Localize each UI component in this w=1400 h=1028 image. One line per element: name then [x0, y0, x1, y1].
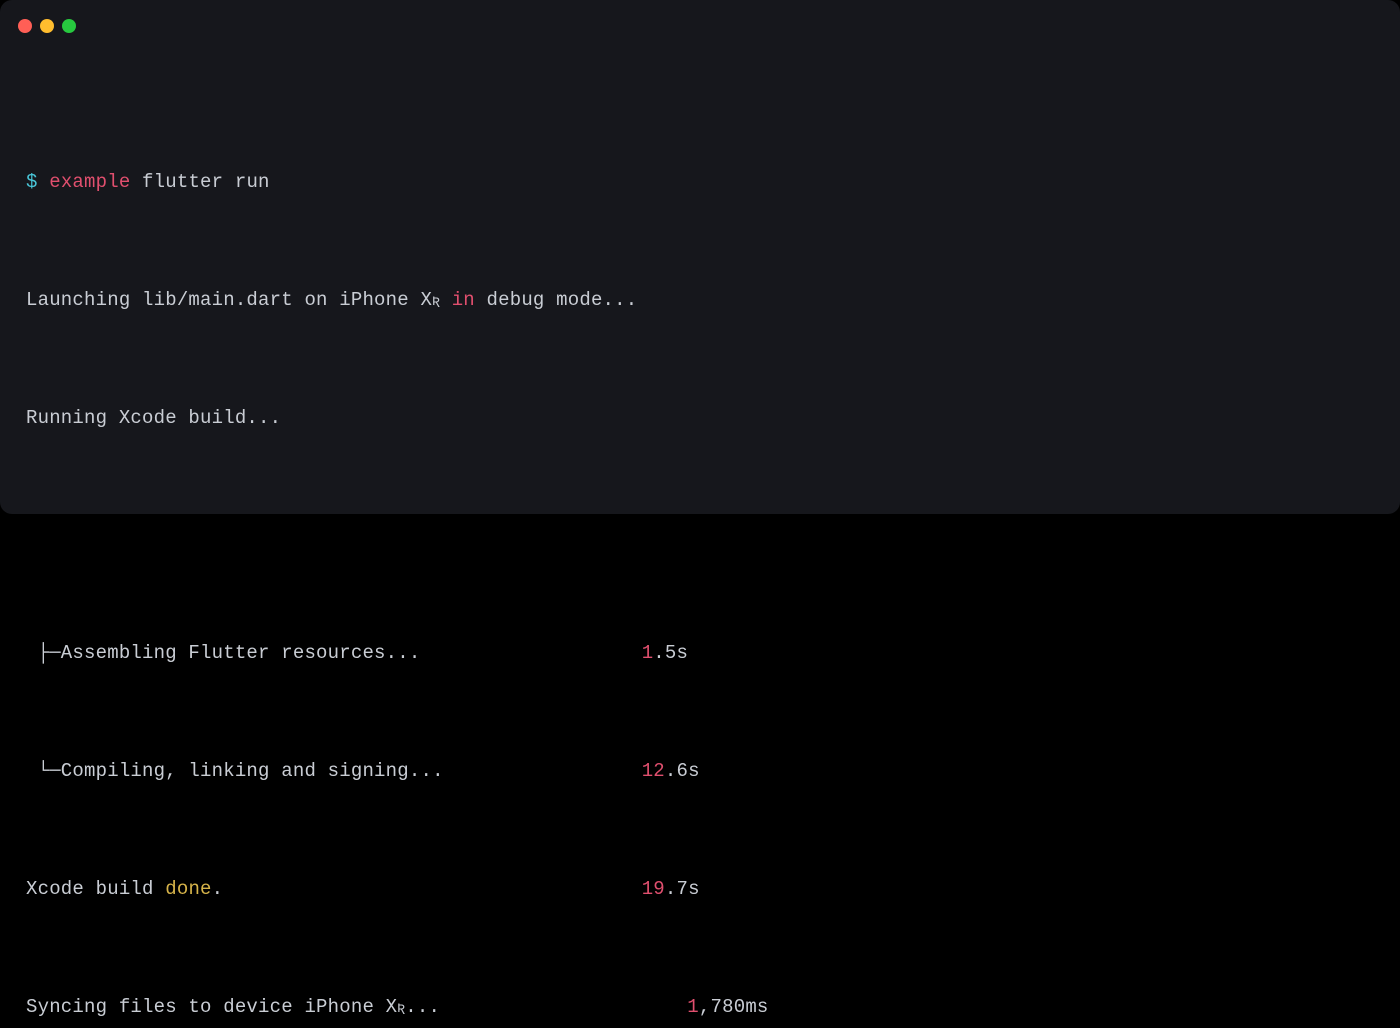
prompt-symbol: $: [26, 171, 49, 193]
timing: 1.5s: [642, 639, 688, 668]
minimize-icon[interactable]: [40, 19, 54, 33]
terminal-window: $ example flutter run Launching lib/main…: [0, 0, 1400, 514]
text: done: [165, 878, 211, 900]
text: ...: [405, 996, 440, 1018]
text: Launching lib/main.dart on iPhone X: [26, 289, 432, 311]
text: debug mode...: [475, 289, 637, 311]
timing: 1,780ms: [687, 993, 768, 1022]
terminal-output[interactable]: $ example flutter run Launching lib/main…: [0, 38, 1400, 1028]
blank-line: [26, 522, 1374, 551]
text: in: [452, 289, 475, 311]
text: .7s: [665, 878, 700, 900]
close-icon[interactable]: [18, 19, 32, 33]
text: [440, 289, 452, 311]
text: Syncing files to device iPhone Xʀ...: [26, 993, 687, 1022]
xcode-done-line: Xcode build done.19.7s: [26, 875, 1374, 904]
text: └─Compiling, linking and signing...: [26, 757, 642, 786]
text: .: [212, 878, 224, 900]
text: 12: [642, 760, 665, 782]
launch-line: Launching lib/main.dart on iPhone Xʀ in …: [26, 286, 1374, 315]
text: 19: [642, 878, 665, 900]
text: Running Xcode build...: [26, 407, 281, 429]
maximize-icon[interactable]: [62, 19, 76, 33]
window-titlebar: [0, 0, 1400, 38]
text: .5s: [653, 642, 688, 664]
step-compiling: └─Compiling, linking and signing...12.6s: [26, 757, 1374, 786]
timing: 12.6s: [642, 757, 700, 786]
text: Xcode build done.: [26, 875, 642, 904]
prompt-cmd: flutter run: [130, 171, 269, 193]
text: ʀ: [397, 996, 405, 1018]
text: ├─Assembling Flutter resources...: [26, 639, 642, 668]
timing: 19.7s: [642, 875, 700, 904]
xcode-running-line: Running Xcode build...: [26, 404, 1374, 433]
text: .6s: [665, 760, 700, 782]
text: 1: [642, 642, 654, 664]
prompt-line: $ example flutter run: [26, 168, 1374, 197]
text: Syncing files to device iPhone X: [26, 996, 397, 1018]
text: 1: [687, 996, 699, 1018]
text: Xcode build: [26, 878, 165, 900]
step-assembling: ├─Assembling Flutter resources...1.5s: [26, 639, 1374, 668]
text: ʀ: [432, 289, 440, 311]
prompt-dir: example: [49, 171, 130, 193]
sync-line: Syncing files to device iPhone Xʀ...1,78…: [26, 993, 1374, 1022]
text: ,780ms: [699, 996, 769, 1018]
